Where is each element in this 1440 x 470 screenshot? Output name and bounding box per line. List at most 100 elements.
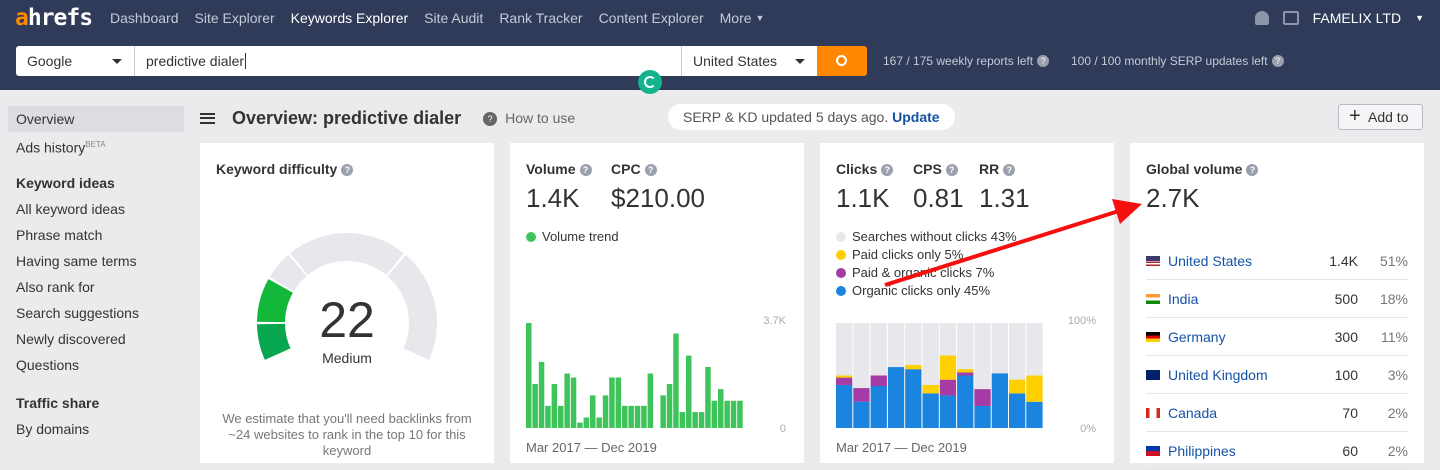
clicks-bar-segment[interactable]	[957, 375, 974, 429]
sidebar-item-having-same-terms[interactable]: Having same terms	[8, 248, 184, 274]
volume-bar[interactable]	[724, 400, 730, 428]
volume-bar[interactable]	[705, 366, 711, 428]
volume-bar[interactable]	[634, 405, 641, 428]
search-engine-select[interactable]: Google	[16, 46, 134, 76]
clicks-bar-segment[interactable]	[939, 395, 957, 428]
caret-down-icon[interactable]: ▼	[756, 10, 765, 27]
clicks-bar-segment[interactable]	[1009, 379, 1026, 394]
nav-dashboard[interactable]: Dashboard	[110, 10, 179, 27]
sidebar-item-phrase-match[interactable]: Phrase match	[8, 222, 184, 248]
country-link[interactable]: Canada	[1168, 394, 1217, 432]
volume-bar[interactable]	[583, 417, 590, 429]
volume-bar[interactable]	[737, 400, 743, 428]
clicks-bar-segment[interactable]	[853, 388, 870, 402]
update-link[interactable]: Update	[892, 109, 939, 125]
volume-bar[interactable]	[532, 384, 538, 428]
volume-bar[interactable]	[718, 389, 724, 428]
volume-bar[interactable]	[609, 377, 615, 428]
country-link[interactable]: Germany	[1168, 318, 1226, 356]
inbox-icon[interactable]	[1282, 11, 1299, 25]
clicks-bar-segment[interactable]	[957, 369, 974, 373]
volume-bar[interactable]	[602, 395, 609, 428]
help-icon[interactable]: ?	[1037, 55, 1050, 67]
sidebar-item-ads-history[interactable]: Ads historyBETA	[8, 132, 184, 158]
country-link[interactable]: Philippines	[1168, 432, 1236, 470]
search-button[interactable]	[817, 46, 867, 76]
nav-rank-tracker[interactable]: Rank Tracker	[499, 10, 582, 27]
help-icon[interactable]: ?	[1271, 55, 1284, 67]
clicks-bar-segment[interactable]	[922, 393, 939, 428]
add-to-button[interactable]: Add to	[1338, 104, 1423, 130]
clicks-bar-segment[interactable]	[939, 379, 957, 396]
clicks-bar-segment[interactable]	[870, 375, 887, 387]
country-link[interactable]: United States	[1168, 242, 1252, 280]
clicks-bar-segment[interactable]	[870, 386, 887, 428]
how-to-use-link[interactable]: ? How to use	[479, 110, 575, 126]
volume-bar[interactable]	[538, 361, 545, 428]
volume-bar[interactable]	[679, 412, 686, 428]
volume-bar[interactable]	[692, 412, 698, 428]
clicks-bar-segment[interactable]	[1026, 375, 1043, 402]
help-icon[interactable]: ?	[1246, 164, 1259, 176]
help-icon[interactable]: ?	[1003, 164, 1016, 176]
sidebar-item-newly-discovered[interactable]: Newly discovered	[8, 326, 184, 352]
ahrefs-logo[interactable]: ahrefs	[15, 5, 93, 31]
nav-content-explorer[interactable]: Content Explorer	[599, 10, 704, 27]
nav-more[interactable]: More	[720, 10, 752, 27]
sidebar-item-overview[interactable]: Overview	[8, 106, 184, 132]
volume-bar[interactable]	[641, 405, 647, 428]
sidebar-item-questions[interactable]: Questions	[8, 352, 184, 378]
clicks-bar-segment[interactable]	[939, 355, 957, 380]
nav-keywords-explorer[interactable]: Keywords Explorer	[291, 10, 409, 27]
volume-bar[interactable]	[590, 395, 596, 428]
caret-down-icon[interactable]: ▼	[1415, 13, 1424, 23]
sidebar-item-by-domains[interactable]: By domains	[8, 416, 184, 442]
volume-bar[interactable]	[526, 323, 532, 428]
sidebar-item-all-keyword-ideas[interactable]: All keyword ideas	[8, 196, 184, 222]
volume-bar[interactable]	[545, 405, 551, 428]
clicks-bar-segment[interactable]	[853, 401, 870, 428]
volume-bar[interactable]	[596, 417, 602, 429]
help-icon[interactable]: ?	[644, 164, 657, 176]
clicks-bar-segment[interactable]	[957, 372, 974, 376]
country-link[interactable]: United Kingdom	[1168, 356, 1268, 394]
menu-toggle-icon[interactable]	[200, 112, 215, 124]
help-icon[interactable]: ?	[945, 164, 958, 176]
volume-bar[interactable]	[660, 395, 666, 428]
clicks-bar-segment[interactable]	[836, 384, 853, 428]
nav-site-explorer[interactable]: Site Explorer	[195, 10, 275, 27]
volume-bar[interactable]	[570, 377, 577, 428]
clicks-bar-segment[interactable]	[974, 405, 991, 428]
clicks-bar-segment[interactable]	[836, 375, 853, 378]
help-icon[interactable]: ?	[881, 164, 894, 176]
nav-site-audit[interactable]: Site Audit	[424, 10, 483, 27]
clicks-bar-segment[interactable]	[836, 377, 853, 385]
clicks-bar-segment[interactable]	[887, 367, 905, 428]
volume-bar[interactable]	[577, 422, 583, 428]
clicks-bar-segment[interactable]	[905, 369, 922, 428]
volume-bar[interactable]	[730, 400, 737, 428]
keyword-input[interactable]: predictive dialer	[134, 46, 681, 76]
clicks-bar-segment[interactable]	[974, 389, 991, 406]
volume-bar[interactable]	[551, 384, 558, 428]
sidebar-item-also-rank-for[interactable]: Also rank for	[8, 274, 184, 300]
notifications-bell-icon[interactable]	[1254, 11, 1269, 25]
volume-bar[interactable]	[622, 405, 628, 428]
volume-bar[interactable]	[686, 355, 692, 428]
volume-bar[interactable]	[673, 333, 679, 429]
volume-bar[interactable]	[711, 400, 718, 428]
clicks-bar-segment[interactable]	[905, 365, 922, 370]
volume-bar[interactable]	[698, 412, 705, 428]
country-link[interactable]: India	[1168, 280, 1198, 318]
clicks-bar-segment[interactable]	[1026, 401, 1043, 428]
volume-bar[interactable]	[666, 384, 673, 428]
volume-bar[interactable]	[628, 405, 634, 428]
account-menu[interactable]: FAMELIX LTD	[1313, 10, 1401, 26]
volume-bar[interactable]	[558, 405, 564, 428]
clicks-bar-segment[interactable]	[991, 373, 1008, 428]
sidebar-item-search-suggestions[interactable]: Search suggestions	[8, 300, 184, 326]
volume-bar[interactable]	[564, 373, 570, 428]
clicks-bar-segment[interactable]	[922, 384, 939, 394]
help-icon[interactable]: ?	[579, 164, 592, 176]
volume-bar[interactable]	[615, 377, 622, 428]
